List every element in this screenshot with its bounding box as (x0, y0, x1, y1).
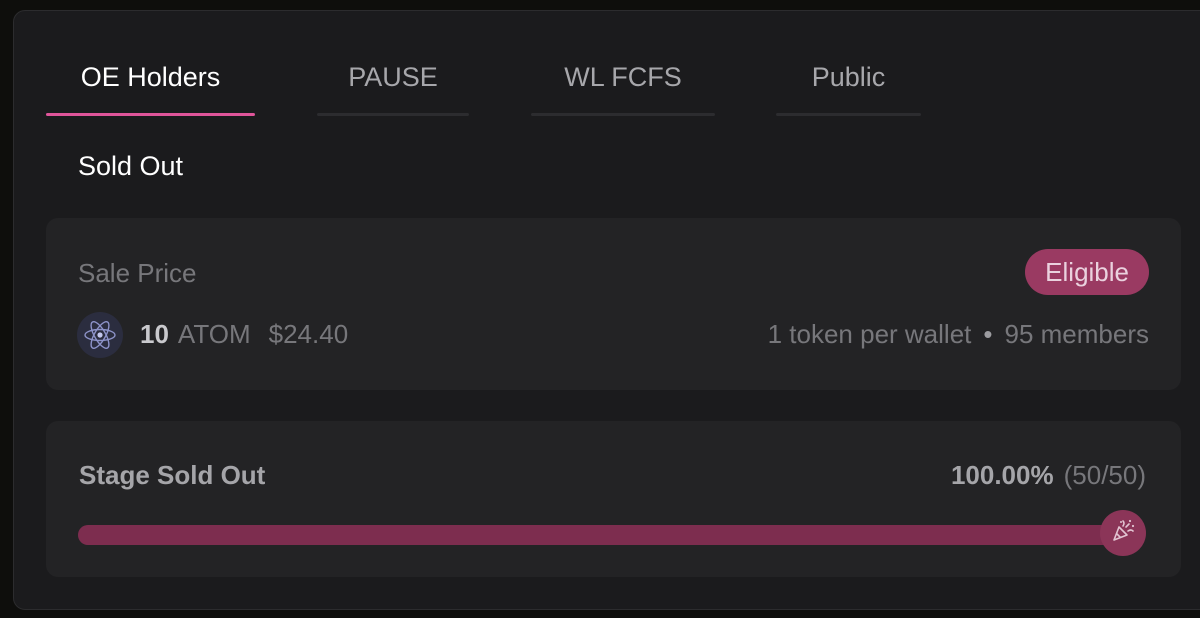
eligible-badge: Eligible (1025, 249, 1149, 295)
cosmos-atom-icon (77, 312, 123, 358)
progress-count: (50/50) (1063, 460, 1146, 490)
price-row: 10 ATOM $24.40 (140, 319, 348, 350)
per-wallet-limit: 1 token per wallet (767, 319, 972, 349)
party-popper-icon (1110, 518, 1136, 549)
tab-pause[interactable]: PAUSE (317, 48, 469, 116)
tab-public-label: Public (811, 62, 886, 92)
progress-fill (78, 525, 1138, 545)
progress-knob[interactable] (1100, 510, 1146, 556)
progress-readout: 100.00% (50/50) (951, 460, 1146, 491)
tab-wl-fcfs[interactable]: WL FCFS (531, 48, 715, 116)
tab-pause-label: PAUSE (348, 62, 438, 92)
sale-meta: 1 token per wallet • 95 members (768, 319, 1149, 350)
stage-progress-label: Stage Sold Out (79, 460, 266, 490)
progress-track (78, 525, 1138, 545)
price-unit: ATOM (177, 319, 251, 349)
price-amount: 10 (140, 319, 169, 349)
tab-oe-holders-label: OE Holders (80, 62, 221, 92)
progress-percent: 100.00% (950, 460, 1054, 490)
meta-separator: • (983, 319, 993, 349)
sale-price-card: Sale Price Eligible 10 ATOM $24.40 1 tok… (46, 218, 1181, 390)
stage-progress-card: Stage Sold Out 100.00% (50/50) (46, 421, 1181, 577)
sale-price-label: Sale Price (78, 258, 197, 288)
stage-status-text: Sold Out (78, 151, 184, 181)
tab-wl-fcfs-label: WL FCFS (564, 62, 682, 92)
tab-public[interactable]: Public (776, 48, 921, 116)
members-count: 95 members (1004, 319, 1150, 349)
tab-oe-holders[interactable]: OE Holders (46, 48, 255, 116)
price-usd: $24.40 (268, 319, 349, 349)
